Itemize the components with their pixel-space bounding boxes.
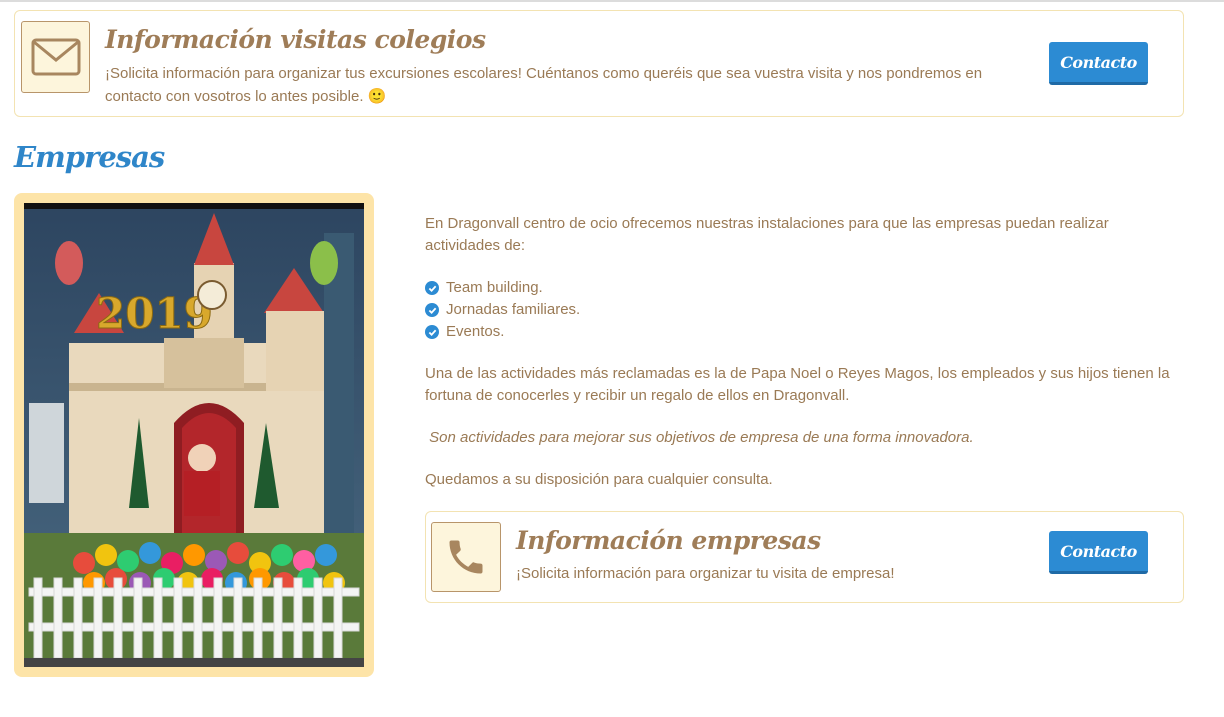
empresas-info-title: Información empresas [516,526,821,555]
check-circle-icon [425,281,439,295]
activities-list: Team building. Jornadas familiares. Even… [425,277,1185,343]
phone-icon-tile [431,522,501,592]
colegios-text: ¡Solicita información para organizar tus… [105,63,1025,108]
list-item: Eventos. [425,321,1185,343]
empresas-info-text: ¡Solicita información para organizar tu … [516,565,895,582]
envelope-icon-tile [21,21,90,93]
phone-icon [449,540,483,574]
empresas-closing: Quedamos a su disposición para cualquier… [425,471,773,488]
check-circle-icon [425,303,439,317]
empresas-contact-button[interactable]: Contacto [1049,531,1148,574]
castle-photo: 2019 [24,203,364,667]
photo-year: 2019 [96,289,213,338]
activity-label: Jornadas familiares. [446,301,581,318]
section-title-empresas: Empresas [14,140,165,174]
check-circle-icon [425,325,439,339]
colegios-title: Información visitas colegios [105,25,486,54]
empresas-info-box: Información empresas ¡Solicita informaci… [425,511,1184,603]
list-item: Team building. [425,277,1185,299]
empresas-italic-note: Son actividades para mejorar sus objetiv… [425,429,974,446]
castle-photo-illustration: 2019 [24,203,364,667]
empresas-content: En Dragonvall centro de ocio ofrecemos n… [425,213,1185,491]
colegios-contact-button[interactable]: Contacto [1049,42,1148,85]
empresas-paragraph: Una de las actividades más reclamadas es… [425,365,1170,404]
top-divider [0,0,1224,2]
colegios-info-box: Información visitas colegios ¡Solicita i… [14,10,1184,117]
list-item: Jornadas familiares. [425,299,1185,321]
envelope-icon [31,38,80,76]
colegios-description: ¡Solicita información para organizar tus… [105,65,983,105]
empresas-intro: En Dragonvall centro de ocio ofrecemos n… [425,215,1109,254]
activity-label: Eventos. [446,323,505,340]
activity-label: Team building. [446,279,543,296]
smile-emoji: 🙂 [367,87,387,105]
photo-frame: 2019 [14,193,374,677]
